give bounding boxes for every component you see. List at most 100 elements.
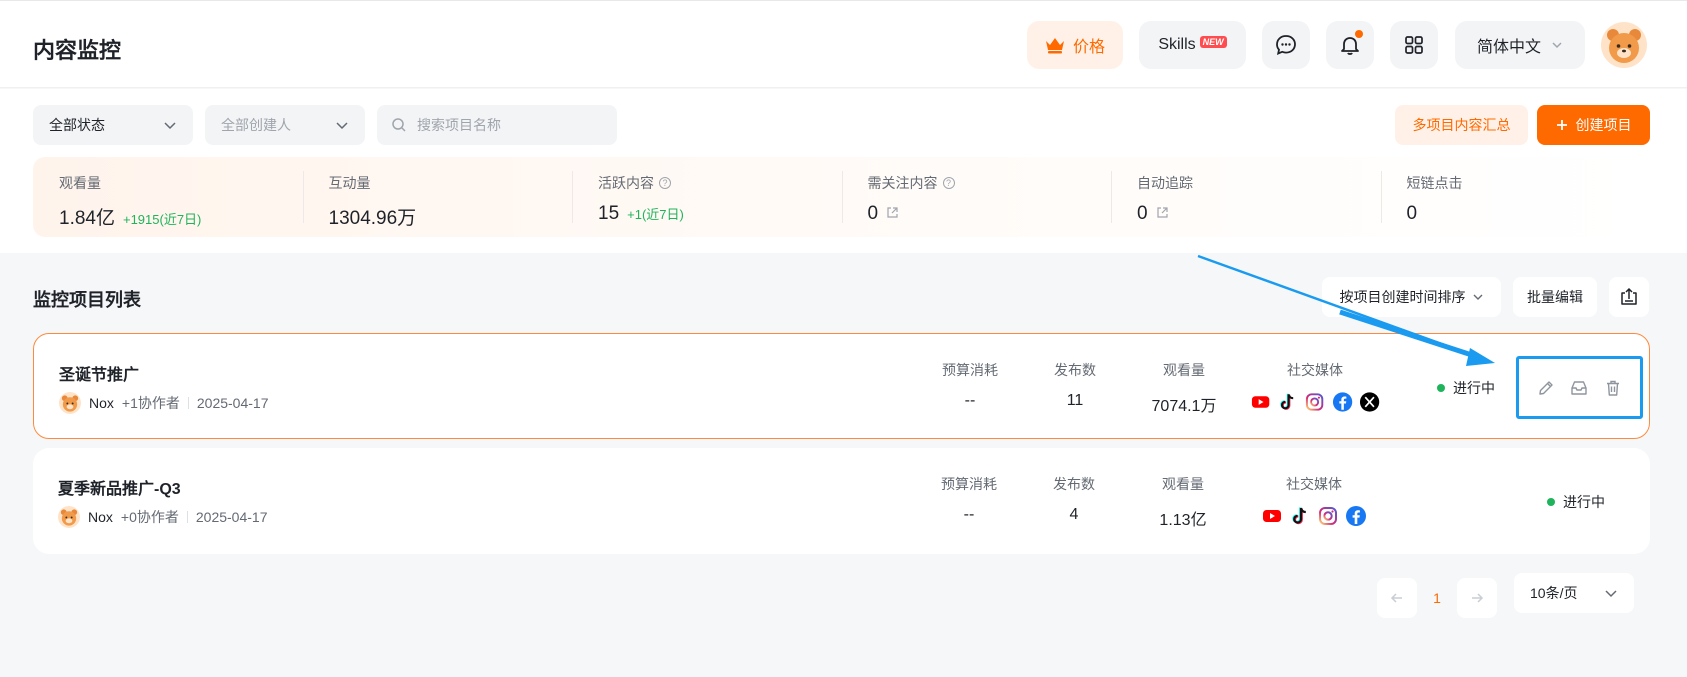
project-card[interactable]: 夏季新品推广-Q3 Nox +0协作者 2025-04-17 预算消耗 -- 发… [33, 448, 1650, 554]
posts-value: 11 [1066, 392, 1084, 409]
collaborators: +0协作者 [120, 509, 179, 525]
notification-dot [1355, 30, 1363, 38]
posts-value: 4 [1069, 506, 1079, 523]
page-size-select[interactable]: 10条/页 [1514, 573, 1634, 613]
language-select[interactable]: 简体中文 [1455, 21, 1585, 69]
stat-attention-content: 需关注内容? 0 [841, 157, 1112, 237]
tiktok-icon [1292, 507, 1306, 525]
budget-column: 预算消耗 -- [934, 360, 1006, 410]
page-number[interactable]: 1 [1417, 578, 1457, 618]
creator-filter[interactable]: 全部创建人 [205, 105, 365, 145]
stat-value: 1.84亿 [59, 208, 115, 229]
arrow-left-icon [1390, 593, 1402, 603]
bear-avatar-icon [61, 395, 79, 412]
bear-avatar-icon [1607, 29, 1641, 63]
status-filter[interactable]: 全部状态 [33, 105, 193, 145]
status-badge: 进行中 [1437, 378, 1495, 398]
external-link-icon[interactable] [1156, 206, 1169, 219]
owner-avatar [58, 506, 80, 528]
skills-button[interactable]: Skills NEW [1139, 21, 1246, 69]
status-label: 进行中 [1453, 380, 1495, 396]
owner-avatar [59, 392, 81, 414]
stat-short-link-clicks: 短链点击 0 [1380, 157, 1651, 237]
crown-icon [1045, 38, 1064, 54]
help-icon[interactable]: ? [942, 177, 955, 189]
price-button[interactable]: 价格 [1027, 21, 1123, 69]
tiktok-icon [1280, 393, 1294, 410]
project-name[interactable]: 夏季新品推广-Q3 [58, 475, 181, 499]
row-actions-highlight [1516, 356, 1643, 419]
project-name[interactable]: 圣诞节推广 [59, 361, 139, 385]
external-link-icon[interactable] [886, 206, 899, 219]
archive-icon[interactable] [1570, 379, 1588, 397]
stat-value: 0 [867, 203, 879, 224]
apps-button[interactable] [1390, 21, 1438, 69]
column-label: 发布数 [1054, 362, 1096, 378]
stat-value: 0 [1137, 203, 1148, 224]
arrow-right-icon [1472, 593, 1484, 603]
project-card[interactable]: 圣诞节推广 Nox +1协作者 2025-04-17 预算消耗 -- 发布数 1… [33, 333, 1650, 439]
filter-bar: 全部状态 全部创建人 搜索项目名称 多项目内容汇总 创建项目 观看量 1.84亿… [0, 89, 1687, 253]
stat-label: 观看量 [59, 175, 101, 191]
create-project-button[interactable]: 创建项目 [1537, 105, 1650, 145]
stat-label: 短链点击 [1406, 175, 1463, 191]
stat-delta: +1(近7日) [627, 207, 684, 222]
facebook-icon [1332, 392, 1352, 412]
sort-select[interactable]: 按项目创建时间排序 [1322, 277, 1501, 317]
list-title: 监控项目列表 [33, 290, 141, 310]
facebook-icon [1346, 506, 1366, 526]
social-icons [1250, 391, 1380, 413]
status-badge: 进行中 [1547, 492, 1605, 512]
multi-project-summary-button[interactable]: 多项目内容汇总 [1395, 105, 1528, 145]
column-label: 预算消耗 [942, 362, 998, 378]
views-value: 7074.1万 [1151, 398, 1217, 415]
user-avatar[interactable] [1601, 22, 1647, 68]
grid-icon [1405, 36, 1423, 54]
page-size-label: 10条/页 [1530, 585, 1578, 601]
help-icon[interactable]: ? [659, 177, 671, 189]
sort-label: 按项目创建时间排序 [1339, 289, 1466, 305]
social-column: 社交媒体 [1250, 360, 1380, 413]
stat-label: 需关注内容 [867, 175, 938, 191]
youtube-icon [1263, 510, 1281, 522]
export-icon [1621, 287, 1637, 305]
search-input[interactable]: 搜索项目名称 [377, 105, 617, 145]
edit-icon[interactable] [1537, 379, 1555, 397]
column-label: 观看量 [1163, 362, 1205, 378]
views-column: 观看量 7074.1万 [1144, 360, 1224, 416]
skills-label: Skills [1158, 36, 1196, 53]
stat-delta: +1915(近7日) [122, 212, 202, 227]
posts-column: 发布数 11 [1050, 360, 1100, 410]
new-badge: NEW [1199, 36, 1227, 48]
status-dot [1437, 384, 1445, 392]
youtube-icon [1251, 396, 1270, 408]
chat-button[interactable] [1262, 21, 1310, 69]
stat-label: 活跃内容 [598, 175, 654, 191]
owner-name: Nox [89, 395, 114, 411]
divider [187, 397, 189, 409]
chevron-down-icon [1552, 42, 1562, 49]
instagram-icon [1319, 507, 1337, 525]
views-value: 1.13亿 [1159, 512, 1207, 529]
posts-column: 发布数 4 [1049, 474, 1099, 524]
created-date: 2025-04-17 [195, 509, 268, 525]
column-label: 社交媒体 [1286, 476, 1342, 492]
chevron-down-icon [336, 122, 348, 130]
next-page-button[interactable] [1457, 578, 1497, 618]
divider [186, 511, 188, 523]
views-column: 观看量 1.13亿 [1143, 474, 1223, 530]
price-label: 价格 [1072, 39, 1105, 56]
language-label: 简体中文 [1476, 39, 1541, 56]
trash-icon[interactable] [1604, 379, 1622, 397]
status-filter-label: 全部状态 [49, 117, 105, 133]
prev-page-button[interactable] [1377, 578, 1417, 618]
collaborators: +1协作者 [121, 395, 180, 411]
notification-button[interactable] [1326, 21, 1374, 69]
batch-edit-button[interactable]: 批量编辑 [1513, 277, 1597, 317]
column-label: 观看量 [1162, 476, 1204, 492]
stat-value: 15 [598, 203, 620, 224]
export-button[interactable] [1609, 277, 1649, 317]
stat-label: 互动量 [328, 175, 371, 191]
owner-name: Nox [88, 509, 113, 525]
bear-avatar-icon [60, 509, 78, 526]
